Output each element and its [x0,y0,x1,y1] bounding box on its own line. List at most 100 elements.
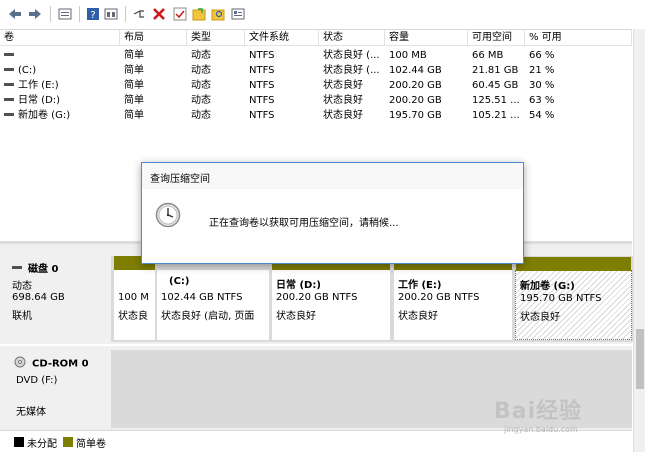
check-icon[interactable] [172,6,188,22]
cell-percent-free: 21 % [529,65,555,76]
volume-icon [4,97,14,101]
connect-icon[interactable] [131,6,147,22]
partition-status: 状态良好 [398,311,438,322]
folder-icon[interactable] [191,6,207,22]
cell-layout: 简单 [124,80,144,91]
clock-icon [155,202,181,231]
column-header-volume[interactable]: 卷 [0,30,120,46]
properties-icon[interactable] [103,6,119,22]
cell-status: 状态良好 [323,95,363,106]
cell-filesystem: NTFS [249,95,275,106]
cdrom-drive: DVD (F:) [16,375,58,386]
help-icon[interactable]: ? [85,6,101,22]
cell-capacity: 200.20 GB [389,95,442,106]
table-row[interactable]: 新加卷 (G:) 简单 动态 NTFS 状态良好 195.70 GB 105.2… [0,108,632,123]
forward-icon[interactable] [27,6,43,22]
partition-status: 状态良好 [276,311,316,322]
column-header-status[interactable]: 状态 [319,30,385,46]
cell-type: 动态 [191,65,211,76]
partition-system-reserved[interactable]: 100 M 状态良 [114,256,155,340]
cell-type: 动态 [191,50,211,61]
partition-d[interactable]: 日常 (D:) 200.20 GB NTFS 状态良好 [272,256,390,340]
cell-percent-free: 66 % [529,50,555,61]
partition-size: 102.44 GB NTFS [161,292,243,303]
column-header-free-space[interactable]: 可用空间 [468,30,525,46]
cell-volume: 新加卷 (G:) [18,110,71,121]
cell-free-space: 21.81 GB [472,65,519,76]
partition-status: 状态良好 (启动, 页面 [161,311,255,322]
partition-status: 状态良好 [520,312,560,323]
partition-c[interactable]: (C:) 102.44 GB NTFS 状态良好 (启动, 页面 [157,270,269,340]
unallocated-swatch [14,437,24,447]
cell-volume: 工作 (E:) [18,80,59,91]
cell-status: 状态良好 (... [323,65,380,76]
cell-status: 状态良好 [323,110,363,121]
partition-status: 状态良 [118,311,148,322]
toolbar: ? [0,0,645,28]
cell-type: 动态 [191,95,211,106]
svg-text:?: ? [90,10,95,21]
disk-icon [12,265,22,269]
cell-filesystem: NTFS [249,65,275,76]
watermark-logo: Bai经验 [494,399,583,424]
column-header-percent-free[interactable]: % 可用 [525,30,632,46]
partition-size: 200.20 GB NTFS [398,292,480,303]
cell-capacity: 195.70 GB [389,110,442,121]
disk-type: 动态 [12,281,32,292]
cell-capacity: 100 MB [389,50,427,61]
cell-volume: 日常 (D:) [18,95,61,106]
cell-volume: (C:) [18,65,37,76]
partition-size: 195.70 GB NTFS [520,293,602,304]
cell-layout: 简单 [124,65,144,76]
cell-layout: 简单 [124,95,144,106]
cell-percent-free: 54 % [529,110,555,121]
cell-filesystem: NTFS [249,110,275,121]
cell-percent-free: 63 % [529,95,555,106]
search-folder-icon[interactable] [210,6,226,22]
column-header-type[interactable]: 类型 [187,30,245,46]
cell-capacity: 200.20 GB [389,80,442,91]
table-row[interactable]: 简单 动态 NTFS 状态良好 (... 100 MB 66 MB 66 % [0,48,632,63]
cell-free-space: 125.51 ... [472,95,520,106]
delete-icon[interactable] [151,6,167,22]
cell-type: 动态 [191,80,211,91]
cell-free-space: 66 MB [472,50,504,61]
dialog-message: 正在查询卷以获取可用压缩空间，请稍候... [209,218,399,229]
partition-g[interactable]: 新加卷 (G:) 195.70 GB NTFS 状态良好 [515,257,632,340]
column-header-layout[interactable]: 布局 [120,30,187,46]
simple-volume-swatch [63,437,73,447]
cell-filesystem: NTFS [249,80,275,91]
cell-percent-free: 30 % [529,80,555,91]
watermark: Bai经验 jingyan.baidu.com [494,385,644,445]
volume-icon [4,52,14,56]
volume-icon [4,67,14,71]
partition-label: 新加卷 (G:) [520,281,575,292]
partition-label: 日常 (D:) [276,280,321,291]
disk-0-info[interactable]: 磁盘 0 动态 698.64 GB 联机 [10,256,108,342]
cell-layout: 简单 [124,110,144,121]
cell-type: 动态 [191,110,211,121]
table-row[interactable]: 工作 (E:) 简单 动态 NTFS 状态良好 200.20 GB 60.45 … [0,78,632,93]
volume-icon [4,112,14,116]
scrollbar-thumb[interactable] [636,329,644,389]
cell-layout: 简单 [124,50,144,61]
column-header-filesystem[interactable]: 文件系统 [245,30,319,46]
table-row[interactable]: 日常 (D:) 简单 动态 NTFS 状态良好 200.20 GB 125.51… [0,93,632,108]
back-icon[interactable] [7,6,23,22]
show-list-icon[interactable] [57,6,73,22]
dialog-body: 正在查询卷以获取可用压缩空间，请稍候... [142,189,523,263]
cdrom-0-info[interactable]: CD-ROM 0 DVD (F:) 无媒体 [10,350,108,428]
cell-status: 状态良好 (... [323,50,380,61]
column-header-capacity[interactable]: 容量 [385,30,468,46]
cell-free-space: 105.21 ... [472,110,520,121]
partition-label: (C:) [169,276,190,287]
table-row[interactable]: (C:) 简单 动态 NTFS 状态良好 (... 102.44 GB 21.8… [0,63,632,78]
cdrom-media: 无媒体 [16,407,46,418]
legend-simple-volume: 简单卷 [76,439,106,450]
dialog-title: 查询压缩空间 [150,174,210,185]
partition-label: 工作 (E:) [398,280,442,291]
cdrom-name: CD-ROM 0 [32,358,89,370]
settings-icon[interactable] [230,6,246,22]
partition-e[interactable]: 工作 (E:) 200.20 GB NTFS 状态良好 [394,256,512,340]
disk-state: 联机 [12,311,32,322]
